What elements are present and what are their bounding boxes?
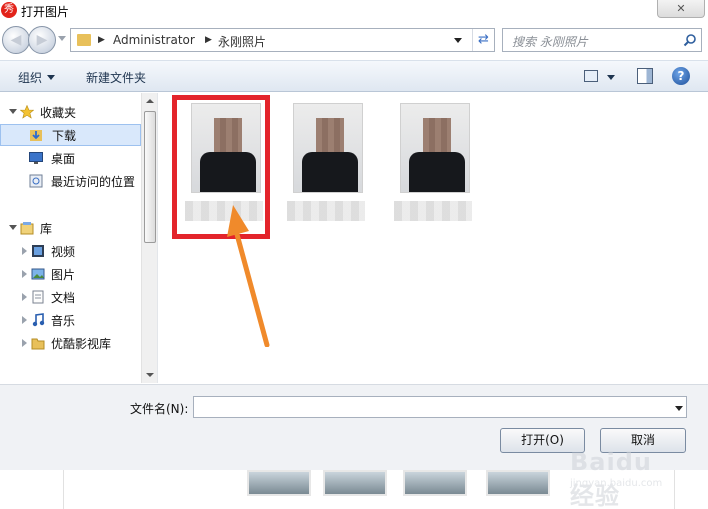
expand-icon[interactable] (22, 270, 27, 278)
breadcrumb-administrator[interactable]: Administrator (113, 33, 195, 47)
organize-caret-icon[interactable] (47, 75, 55, 80)
recent-pages-dropdown[interactable] (58, 36, 66, 41)
sidebar-item-downloads[interactable]: 下载 (0, 124, 141, 146)
address-row: ◀ ▶ ▶ Administrator ▶ 永刚照片 ⇄ 搜索 永刚照片 (0, 24, 708, 58)
file-name-input[interactable] (193, 396, 687, 418)
sidebar-item-desktop[interactable]: 桌面 (0, 147, 141, 169)
search-input[interactable]: 搜索 永刚照片 (502, 28, 702, 52)
organize-menu[interactable]: 组织 (18, 69, 42, 86)
background-thumbnail (247, 470, 311, 496)
scroll-up-icon[interactable] (146, 99, 154, 103)
view-menu-caret-icon[interactable] (607, 75, 615, 80)
search-placeholder: 搜索 永刚照片 (512, 35, 588, 49)
help-icon[interactable]: ? (672, 67, 690, 85)
sidebar-item-recent[interactable]: 最近访问的位置 (0, 170, 141, 192)
search-icon[interactable] (683, 33, 697, 47)
toolbar: 组织 新建文件夹 ? (0, 60, 708, 92)
file-name-blurred (394, 201, 472, 221)
expand-icon[interactable] (22, 339, 27, 347)
sidebar-item-music[interactable]: 音乐 (0, 309, 141, 331)
scroll-down-icon[interactable] (146, 373, 154, 377)
downloads-folder-icon (30, 130, 42, 141)
expand-icon[interactable] (9, 109, 17, 114)
breadcrumb-arrow-icon[interactable]: ▶ (98, 35, 105, 45)
star-icon (20, 105, 34, 119)
documents-icon (32, 290, 44, 304)
folder-icon (31, 338, 45, 350)
sidebar-item-videos[interactable]: 视频 (0, 240, 141, 262)
sidebar-scrollbar[interactable] (141, 93, 157, 383)
sidebar-item-label: 最近访问的位置 (51, 175, 136, 189)
sidebar-item-label: 桌面 (51, 152, 76, 166)
sidebar-item-label: 优酷影视库 (51, 337, 112, 351)
library-icon (20, 222, 34, 235)
title-bar: 秀 打开图片 ✕ (0, 0, 708, 22)
expand-icon[interactable] (22, 293, 27, 301)
sidebar-item-label: 视频 (51, 245, 76, 259)
forward-button[interactable]: ▶ (28, 26, 56, 54)
file-list (159, 93, 708, 383)
sidebar-item-pictures[interactable]: 图片 (0, 263, 141, 285)
desktop-icon (29, 152, 43, 164)
baidu-watermark: Baidu经验 jingyan.baidu.com (545, 424, 675, 509)
sidebar-item-favorites[interactable]: 收藏夹 (0, 101, 141, 123)
breadcrumb-arrow-icon[interactable]: ▶ (205, 35, 212, 45)
scroll-thumb[interactable] (144, 111, 156, 243)
app-icon: 秀 (1, 2, 17, 18)
sidebar-item-label: 库 (40, 222, 53, 236)
recent-places-icon (29, 174, 43, 188)
address-dropdown-icon[interactable] (454, 38, 462, 43)
file-name-blurred (287, 201, 365, 221)
photo-thumbnail-icon (400, 103, 470, 193)
photo-thumbnail-icon (293, 103, 363, 193)
expand-icon[interactable] (22, 316, 27, 324)
file-item[interactable] (386, 97, 478, 227)
pictures-icon (31, 268, 45, 280)
breadcrumb-folder[interactable]: 永刚照片 (218, 33, 266, 50)
file-item[interactable] (279, 97, 371, 227)
video-icon (32, 245, 44, 257)
sidebar-item-documents[interactable]: 文档 (0, 286, 141, 308)
sidebar-item-label: 下载 (52, 129, 77, 143)
sidebar-item-label: 音乐 (51, 314, 76, 328)
new-folder-button[interactable]: 新建文件夹 (86, 69, 146, 86)
background-thumbnail (486, 470, 550, 496)
expand-icon[interactable] (22, 247, 27, 255)
window-title: 打开图片 (21, 5, 70, 19)
background-thumbnail (403, 470, 467, 496)
back-button[interactable]: ◀ (2, 26, 30, 54)
address-bar[interactable]: ▶ Administrator ▶ 永刚照片 ⇄ (70, 28, 495, 52)
sidebar-item-youku[interactable]: 优酷影视库 (0, 332, 141, 354)
sidebar-item-label: 文档 (51, 291, 76, 305)
file-name-dropdown-icon[interactable] (675, 406, 683, 411)
file-name-label: 文件名(N): (130, 402, 189, 416)
preview-pane-icon[interactable] (637, 68, 653, 84)
music-icon (32, 313, 45, 327)
refresh-icon[interactable]: ⇄ (472, 29, 494, 51)
annotation-arrow-icon (227, 205, 270, 347)
expand-icon[interactable] (9, 225, 17, 230)
folder-icon (77, 34, 91, 46)
sidebar-item-library[interactable]: 库 (0, 217, 141, 239)
navigation-pane: 收藏夹 下载 桌面 最近访问的位置 库 视频 图片 文档 音乐 优酷影视库 (0, 93, 158, 383)
sidebar-item-label: 收藏夹 (40, 106, 77, 120)
background-thumbnail (323, 470, 387, 496)
close-button[interactable]: ✕ (657, 0, 705, 18)
sidebar-item-label: 图片 (51, 268, 76, 282)
watermark-subtext: jingyan.baidu.com (570, 478, 663, 489)
change-view-icon[interactable] (584, 70, 598, 82)
